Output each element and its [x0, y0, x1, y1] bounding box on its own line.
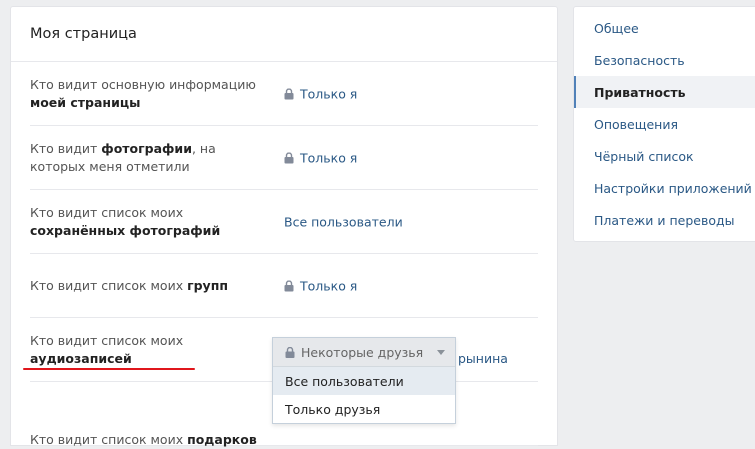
lock-icon [285, 346, 295, 358]
dropdown-option-friends-only[interactable]: Только друзья [273, 395, 455, 423]
setting-label: Кто видит фотографии, на которых меня от… [30, 140, 216, 174]
setting-label: Кто видит список моих аудиозаписей [30, 332, 184, 366]
setting-label: Кто видит список моих групп [30, 277, 228, 293]
privacy-dropdown[interactable]: Некоторые друзья Все пользователи Только… [272, 337, 456, 424]
privacy-value-link[interactable]: Только я [284, 86, 357, 101]
partial-friend-name: рынина [458, 351, 508, 366]
sidebar-item-app-settings[interactable]: Настройки приложений [574, 172, 755, 204]
setting-row: Кто видит фотографии, на которых меня от… [30, 126, 538, 190]
setting-label: Кто видит список моих подарков [30, 432, 257, 447]
sidebar-item-security[interactable]: Безопасность [574, 44, 755, 76]
red-underline-annotation [23, 368, 195, 370]
chevron-down-icon [437, 350, 445, 355]
lock-icon [284, 152, 294, 163]
privacy-value-link[interactable]: Все пользователи [284, 214, 403, 229]
sidebar-item-blacklist[interactable]: Чёрный список [574, 140, 755, 172]
sidebar-item-general[interactable]: Общее [574, 12, 755, 44]
setting-label: Кто видит список моих сохранённых фотогр… [30, 204, 221, 238]
setting-label: Кто видит основную информацию моей стран… [30, 76, 256, 110]
sidebar-item-payments[interactable]: Платежи и переводы [574, 204, 755, 236]
lock-icon [284, 88, 294, 99]
setting-row: Кто видит список моих сохранённых фотогр… [30, 190, 538, 254]
setting-row: Кто видит основную информацию моей стран… [30, 62, 538, 126]
privacy-value-link[interactable]: Только я [284, 278, 357, 293]
settings-nav: Общее Безопасность Приватность Оповещени… [573, 6, 755, 242]
sidebar-item-notifications[interactable]: Оповещения [574, 108, 755, 140]
sidebar-item-privacy[interactable]: Приватность [574, 76, 755, 108]
dropdown-option-all-users[interactable]: Все пользователи [273, 367, 455, 395]
page-title: Моя страница [11, 7, 557, 62]
setting-row: Кто видит список моих групп Только я [30, 254, 538, 318]
dropdown-selected[interactable]: Некоторые друзья [273, 338, 455, 367]
privacy-settings-card: Моя страница Кто видит основную информац… [10, 6, 558, 447]
lock-icon [284, 280, 294, 291]
privacy-value-link[interactable]: Только я [284, 150, 357, 165]
